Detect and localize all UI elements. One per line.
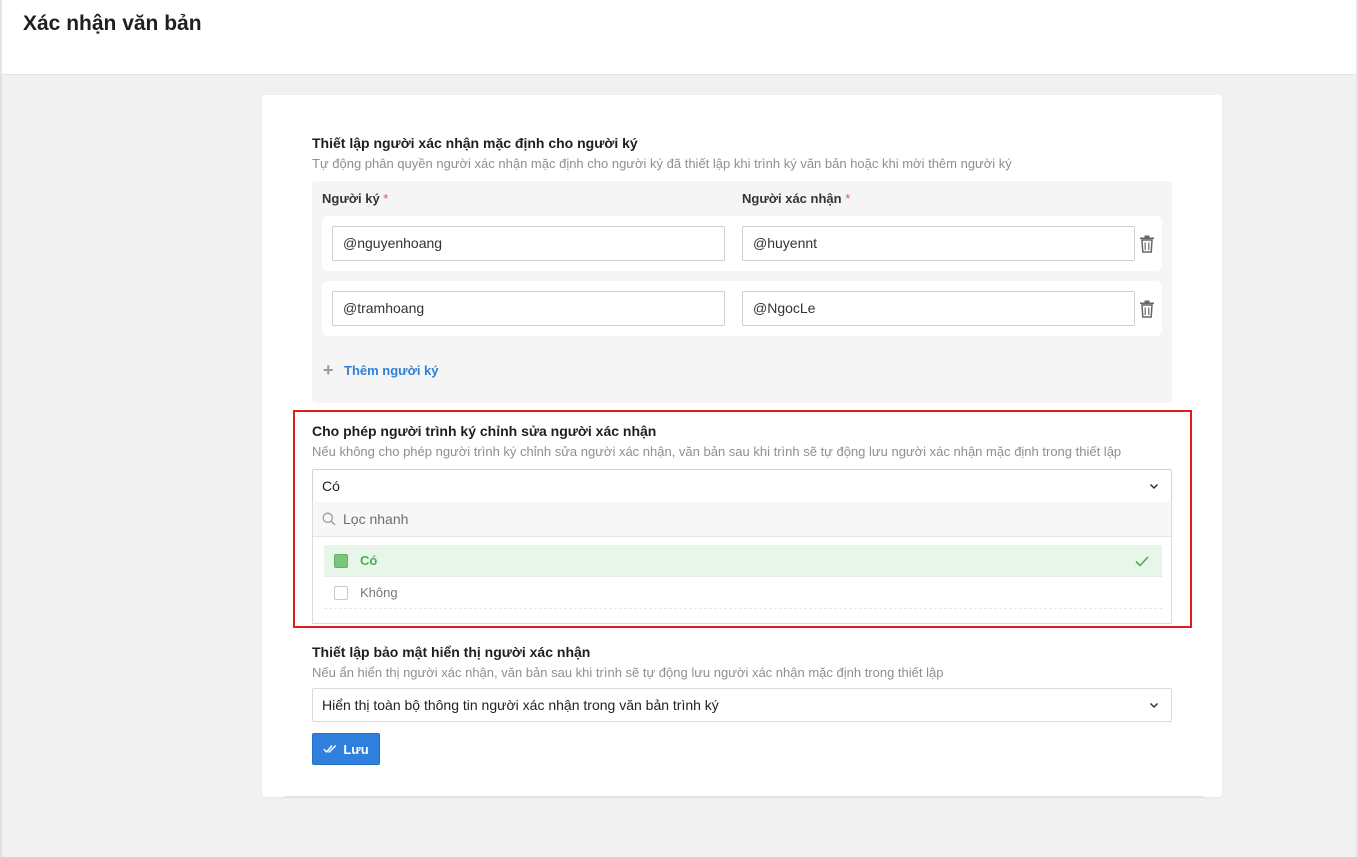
option-co[interactable]: Có <box>324 545 1162 577</box>
section2-description: Nếu không cho phép người trình ký chỉnh … <box>312 444 1122 459</box>
checkbox[interactable] <box>334 554 348 568</box>
select-dropdown: Lọc nhanh Có Không <box>312 502 1172 624</box>
option-khong[interactable]: Không <box>324 577 1162 609</box>
column-header-confirmer-label: Người xác nhận <box>742 191 842 206</box>
section1-title: Thiết lập người xác nhận mặc định cho ng… <box>312 135 638 151</box>
trash-icon[interactable] <box>1139 235 1155 253</box>
double-check-icon <box>323 745 337 754</box>
confirmer-input[interactable]: @NgocLe <box>742 291 1135 326</box>
add-signer-button[interactable]: + Thêm người ký <box>323 361 439 379</box>
select-value: Hiển thị toàn bộ thông tin người xác nhậ… <box>322 697 719 713</box>
section1-description: Tự động phân quyền người xác nhận mặc đị… <box>312 156 1012 171</box>
section2-title: Cho phép người trình ký chỉnh sửa người … <box>312 423 657 439</box>
search-icon <box>322 512 336 526</box>
signer-input[interactable]: @nguyenhoang <box>332 226 725 261</box>
required-mark: * <box>845 191 851 206</box>
confirmer-input[interactable]: @huyennt <box>742 226 1135 261</box>
save-label: Lưu <box>343 741 369 757</box>
chevron-down-icon <box>1149 483 1159 490</box>
page-header: Xác nhận văn bản <box>0 0 1358 75</box>
column-header-signer-label: Người ký <box>322 191 380 206</box>
edit-permission-select[interactable]: Có <box>312 469 1172 503</box>
section3-title: Thiết lập bảo mật hiển thị người xác nhậ… <box>312 644 591 660</box>
chevron-down-icon <box>1149 702 1159 709</box>
signer-input[interactable]: @tramhoang <box>332 291 725 326</box>
required-mark: * <box>383 191 389 206</box>
left-divider <box>0 75 2 857</box>
add-signer-label: Thêm người ký <box>344 362 439 378</box>
column-header-signer: Người ký * <box>322 191 388 206</box>
filter-row: Lọc nhanh <box>313 502 1171 537</box>
select-value: Có <box>322 478 340 494</box>
checkbox[interactable] <box>334 586 348 600</box>
card-bottom-divider <box>284 796 1204 798</box>
check-icon <box>1135 556 1149 567</box>
filter-input[interactable]: Lọc nhanh <box>343 511 408 527</box>
plus-icon: + <box>323 360 334 380</box>
visibility-select[interactable]: Hiển thị toàn bộ thông tin người xác nhậ… <box>312 688 1172 722</box>
option-label: Có <box>360 553 378 568</box>
option-label: Không <box>360 585 398 600</box>
page-title: Xác nhận văn bản <box>23 12 202 35</box>
section3-description: Nếu ẩn hiển thị người xác nhận, văn bản … <box>312 665 944 680</box>
column-header-confirmer: Người xác nhận * <box>742 191 850 206</box>
save-button[interactable]: Lưu <box>312 733 380 765</box>
trash-icon[interactable] <box>1139 300 1155 318</box>
